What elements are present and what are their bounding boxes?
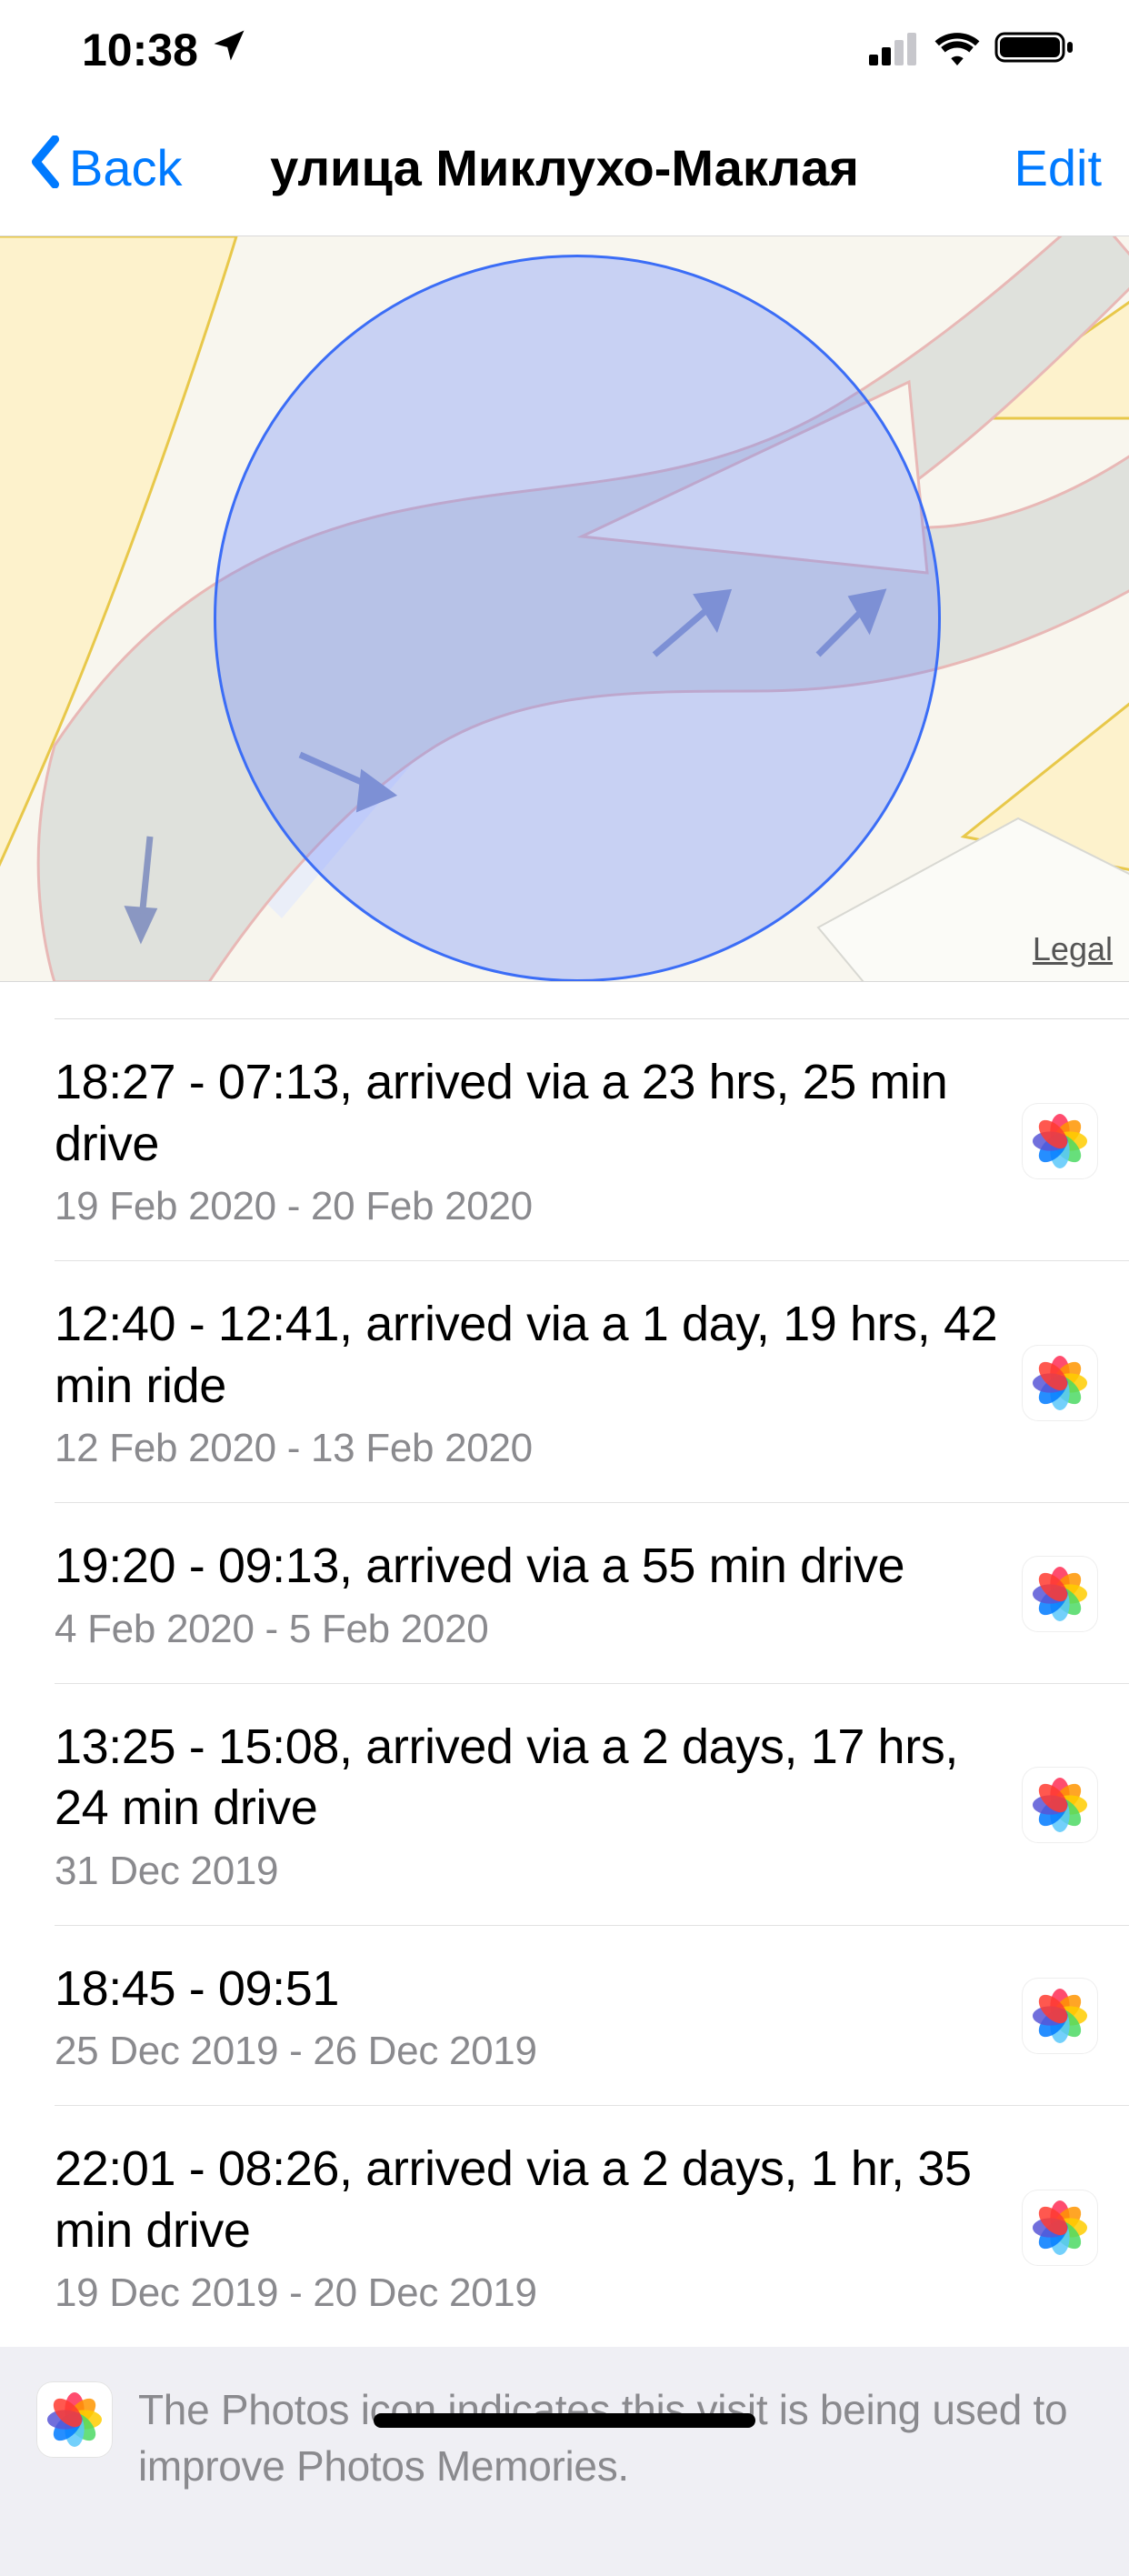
visit-title: 12:40 - 12:41, arrived via a 1 day, 19 h… xyxy=(55,1294,1004,1417)
edit-button[interactable]: Edit xyxy=(1014,138,1103,197)
visit-title: 18:27 - 07:13, arrived via a 23 hrs, 25 … xyxy=(55,1052,1004,1175)
visit-row[interactable]: 18:27 - 07:13, arrived via a 23 hrs, 25 … xyxy=(55,1019,1129,1261)
visit-dates: 31 Dec 2019 xyxy=(55,1849,1004,1894)
visit-dates: 25 Dec 2019 - 26 Dec 2019 xyxy=(55,2029,1004,2074)
map-legal-link[interactable]: Legal xyxy=(1033,930,1113,968)
photos-icon xyxy=(1022,1103,1098,1179)
map-view[interactable]: Legal xyxy=(0,236,1129,982)
photos-icon xyxy=(1022,2190,1098,2266)
back-label: Back xyxy=(69,138,183,197)
chevron-left-icon xyxy=(27,135,64,200)
visits-list: 18:27 - 07:13, arrived via a 23 hrs, 25 … xyxy=(0,1018,1129,2347)
visit-title: 18:45 - 09:51 xyxy=(55,1959,1004,2020)
photos-footer-note: The Photos icon indicates this visit is … xyxy=(0,2347,1129,2576)
visit-row[interactable]: 22:01 - 08:26, arrived via a 2 days, 1 h… xyxy=(55,2106,1129,2347)
battery-icon xyxy=(994,24,1074,76)
visit-dates: 12 Feb 2020 - 13 Feb 2020 xyxy=(55,1426,1004,1471)
photos-icon xyxy=(1022,1767,1098,1843)
visit-row[interactable]: 18:45 - 09:51 25 Dec 2019 - 26 Dec 2019 xyxy=(55,1926,1129,2107)
home-indicator xyxy=(374,2413,755,2428)
visit-dates: 19 Dec 2019 - 20 Dec 2019 xyxy=(55,2270,1004,2316)
status-bar: 10:38 xyxy=(0,0,1129,100)
cellular-icon xyxy=(869,24,920,76)
visit-title: 19:20 - 09:13, arrived via a 55 min driv… xyxy=(55,1536,1004,1598)
visit-title: 22:01 - 08:26, arrived via a 2 days, 1 h… xyxy=(55,2139,1004,2261)
photos-icon xyxy=(1022,1556,1098,1632)
status-time: 10:38 xyxy=(82,24,198,76)
photos-icon xyxy=(1022,1345,1098,1421)
wifi-icon xyxy=(933,24,982,76)
visit-row[interactable]: 13:25 - 15:08, arrived via a 2 days, 17 … xyxy=(55,1684,1129,1926)
location-arrow-icon xyxy=(209,24,249,76)
photos-icon xyxy=(36,2381,113,2458)
visit-row[interactable]: 19:20 - 09:13, arrived via a 55 min driv… xyxy=(55,1503,1129,1684)
nav-bar: Back улица Миклухо-Маклая Edit xyxy=(0,100,1129,236)
back-button[interactable]: Back xyxy=(27,135,183,200)
photos-icon xyxy=(1022,1978,1098,2054)
visit-title: 13:25 - 15:08, arrived via a 2 days, 17 … xyxy=(55,1717,1004,1839)
visit-row[interactable]: 12:40 - 12:41, arrived via a 1 day, 19 h… xyxy=(55,1261,1129,1503)
visit-dates: 4 Feb 2020 - 5 Feb 2020 xyxy=(55,1607,1004,1652)
footer-text: The Photos icon indicates this visit is … xyxy=(138,2381,1093,2494)
visit-dates: 19 Feb 2020 - 20 Feb 2020 xyxy=(55,1184,1004,1229)
